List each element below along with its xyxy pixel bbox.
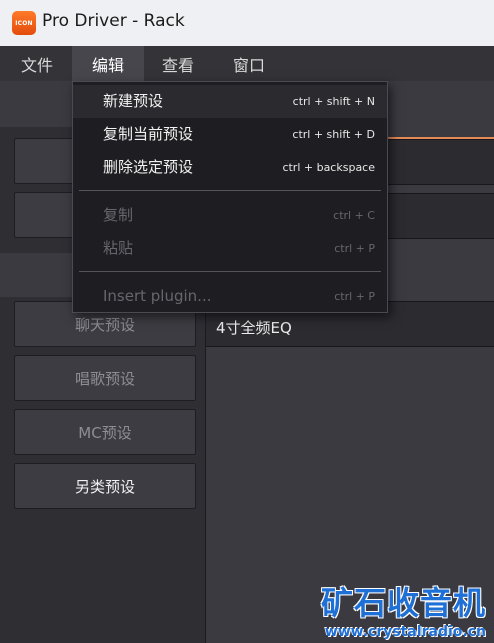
plugin-name: 4寸全频EQ (216, 319, 292, 337)
menu-edit[interactable]: 编辑 (72, 46, 144, 81)
menu-item-copy[interactable]: 复制 ctrl + C (73, 199, 387, 232)
menu-item-paste[interactable]: 粘贴 ctrl + P (73, 232, 387, 265)
preset-mc-button[interactable]: MC预设 (14, 409, 196, 455)
watermark: 矿石收音机 www.crystalradio.cn (321, 578, 486, 640)
menu-window[interactable]: 窗口 (214, 46, 284, 81)
menu-item-shortcut: ctrl + backspace (282, 161, 375, 174)
menu-item-label: 复制 (103, 206, 134, 224)
menu-item-shortcut: ctrl + shift + N (292, 95, 375, 108)
app-logo-text: ICON (15, 19, 33, 27)
menu-item-shortcut: ctrl + P (334, 242, 375, 255)
menu-item-shortcut: ctrl + shift + D (292, 128, 375, 141)
menu-item-shortcut: ctrl + C (333, 209, 375, 222)
title-bar: ICON Pro Driver - Rack (0, 0, 494, 46)
menu-file[interactable]: 文件 (4, 46, 70, 81)
menu-separator (79, 190, 381, 191)
preset-sing-button[interactable]: 唱歌预设 (14, 355, 196, 401)
menu-item-label: 粘贴 (103, 239, 134, 257)
window-title: Pro Driver - Rack (42, 11, 185, 31)
menu-item-new-preset[interactable]: 新建预设 ctrl + shift + N (73, 85, 387, 118)
menu-item-shortcut: ctrl + P (334, 290, 375, 303)
menu-bar: 文件 编辑 查看 窗口 (0, 46, 494, 81)
edit-dropdown-menu: 新建预设 ctrl + shift + N 复制当前预设 ctrl + shif… (72, 81, 388, 313)
app-logo-icon: ICON (12, 11, 36, 35)
menu-separator (79, 271, 381, 272)
menu-item-delete-preset[interactable]: 删除选定预设 ctrl + backspace (73, 151, 387, 184)
menu-item-label: Insert plugin... (103, 287, 212, 305)
watermark-url: www.crystalradio.cn (324, 624, 486, 640)
menu-item-label: 删除选定预设 (103, 158, 194, 176)
menu-item-label: 复制当前预设 (103, 125, 194, 143)
selection-accent-line (386, 137, 494, 139)
watermark-text: 矿石收音机 (320, 584, 486, 622)
menu-item-label: 新建预设 (103, 92, 164, 110)
preset-alt-button[interactable]: 另类预设 (14, 463, 196, 509)
menu-item-duplicate-preset[interactable]: 复制当前预设 ctrl + shift + D (73, 118, 387, 151)
menu-item-insert-plugin[interactable]: Insert plugin... ctrl + P (73, 280, 387, 313)
menu-view[interactable]: 查看 (144, 46, 212, 81)
